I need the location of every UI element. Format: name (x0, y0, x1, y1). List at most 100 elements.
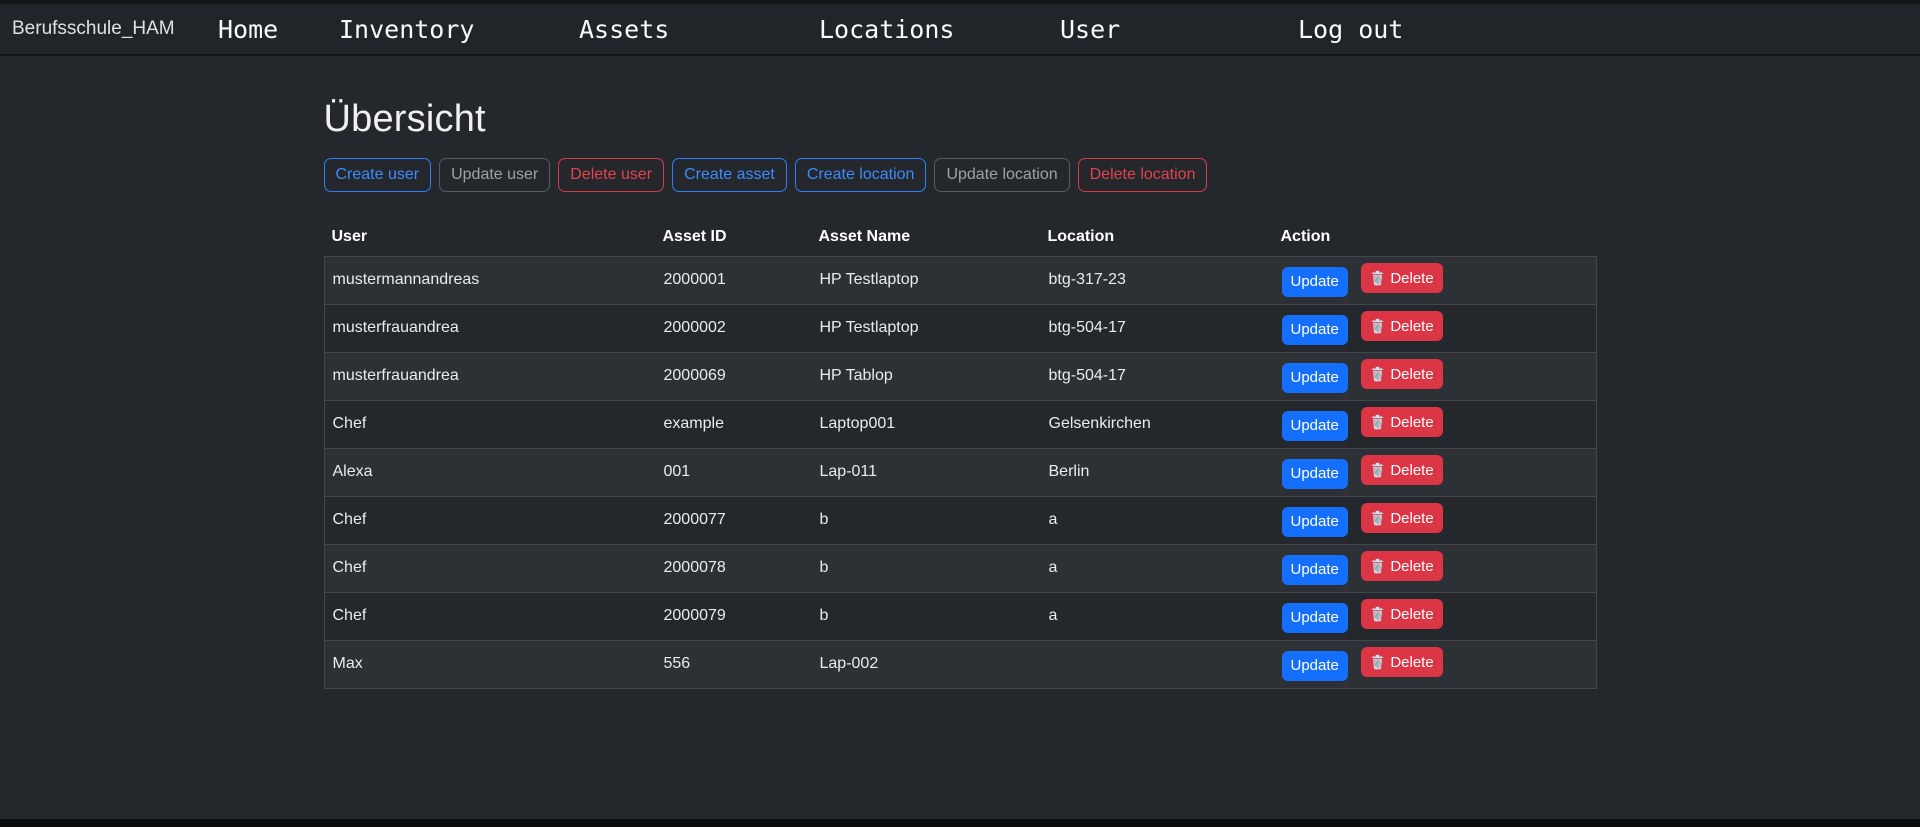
update-button[interactable]: Update (1282, 315, 1348, 345)
create-asset-button[interactable]: Create asset (672, 158, 787, 192)
update-button[interactable]: Update (1282, 411, 1348, 441)
update-button[interactable]: Update (1282, 507, 1348, 537)
trash-icon (1370, 558, 1385, 574)
cell-location: a (1041, 511, 1274, 529)
cell-asset-name: b (812, 559, 1041, 577)
trash-icon (1370, 414, 1385, 430)
cell-action: Update Delete (1274, 407, 1596, 441)
cell-asset-name: b (812, 607, 1041, 625)
table-row: musterfrauandrea 2000002 HP Testlaptop b… (325, 304, 1596, 352)
assets-table: User Asset ID Asset Name Location Action… (324, 218, 1597, 689)
delete-button-label: Delete (1390, 510, 1433, 527)
delete-button-label: Delete (1390, 558, 1433, 575)
cell-action: Update Delete (1274, 647, 1596, 681)
create-user-button[interactable]: Create user (324, 158, 432, 192)
update-user-button[interactable]: Update user (439, 158, 550, 192)
table-row: mustermannandreas 2000001 HP Testlaptop … (325, 257, 1596, 304)
nav-item-logout[interactable]: Log out (1298, 15, 1403, 44)
trash-icon (1370, 510, 1385, 526)
cell-asset-id: 2000079 (656, 607, 812, 625)
column-header-asset-id: Asset ID (655, 228, 811, 246)
update-button[interactable]: Update (1282, 651, 1348, 681)
create-location-button[interactable]: Create location (795, 158, 927, 192)
cell-asset-id: 556 (656, 655, 812, 673)
cell-asset-id: 2000078 (656, 559, 812, 577)
cell-user: Chef (325, 607, 656, 625)
delete-button-label: Delete (1390, 462, 1433, 479)
cell-user: Chef (325, 511, 656, 529)
column-header-user: User (324, 228, 655, 246)
delete-button-label: Delete (1390, 318, 1433, 335)
delete-button[interactable]: Delete (1361, 551, 1442, 581)
delete-user-button[interactable]: Delete user (558, 158, 664, 192)
delete-button[interactable]: Delete (1361, 263, 1442, 293)
cell-asset-name: b (812, 511, 1041, 529)
cell-location: btg-317-23 (1041, 271, 1274, 289)
cell-asset-id: 2000069 (656, 367, 812, 385)
update-button[interactable]: Update (1282, 603, 1348, 633)
cell-asset-name: Lap-002 (812, 655, 1041, 673)
table-row: Chef example Laptop001 Gelsenkirchen Upd… (325, 400, 1596, 448)
cell-user: mustermannandreas (325, 271, 656, 289)
update-button[interactable]: Update (1282, 555, 1348, 585)
delete-button-label: Delete (1390, 606, 1433, 623)
delete-location-button[interactable]: Delete location (1078, 158, 1208, 192)
page-title: Übersicht (324, 98, 1597, 142)
cell-asset-id: 001 (656, 463, 812, 481)
cell-action: Update Delete (1274, 359, 1596, 393)
update-button[interactable]: Update (1282, 363, 1348, 393)
delete-button[interactable]: Delete (1361, 407, 1442, 437)
cell-asset-id: 2000002 (656, 319, 812, 337)
cell-action: Update Delete (1274, 263, 1596, 297)
cell-asset-name: HP Testlaptop (812, 271, 1041, 289)
table-row: Chef 2000077 b a Update Delete (325, 496, 1596, 544)
cell-action: Update Delete (1274, 503, 1596, 537)
update-button[interactable]: Update (1282, 459, 1348, 489)
trash-icon (1370, 462, 1385, 478)
cell-action: Update Delete (1274, 599, 1596, 633)
cell-user: Chef (325, 559, 656, 577)
nav-item-inventory[interactable]: Inventory (339, 15, 474, 44)
toolbar: Create user Update user Delete user Crea… (324, 158, 1597, 192)
table-body: mustermannandreas 2000001 HP Testlaptop … (324, 256, 1597, 689)
delete-button-label: Delete (1390, 270, 1433, 287)
cell-action: Update Delete (1274, 311, 1596, 345)
cell-asset-name: HP Testlaptop (812, 319, 1041, 337)
delete-button[interactable]: Delete (1361, 647, 1442, 677)
nav-item-assets[interactable]: Assets (579, 15, 669, 44)
cell-user: musterfrauandrea (325, 367, 656, 385)
cell-asset-name: HP Tablop (812, 367, 1041, 385)
trash-icon (1370, 606, 1385, 622)
nav-item-home[interactable]: Home (218, 15, 278, 44)
cell-location: btg-504-17 (1041, 319, 1274, 337)
navbar-brand[interactable]: Berufsschule_HAM (12, 4, 175, 54)
delete-button[interactable]: Delete (1361, 359, 1442, 389)
update-button[interactable]: Update (1282, 267, 1348, 297)
table-row: Max 556 Lap-002 Update Delete (325, 640, 1596, 688)
delete-button-label: Delete (1390, 414, 1433, 431)
cell-location: btg-504-17 (1041, 367, 1274, 385)
trash-icon (1370, 318, 1385, 334)
cell-location: a (1041, 559, 1274, 577)
trash-icon (1370, 270, 1385, 286)
table-header: User Asset ID Asset Name Location Action (324, 218, 1597, 256)
cell-location: Berlin (1041, 463, 1274, 481)
main-content: Übersicht Create user Update user Delete… (0, 56, 1920, 689)
column-header-action: Action (1273, 228, 1597, 246)
column-header-location: Location (1040, 228, 1273, 246)
delete-button[interactable]: Delete (1361, 455, 1442, 485)
nav-item-locations[interactable]: Locations (819, 15, 954, 44)
delete-button[interactable]: Delete (1361, 599, 1442, 629)
table-row: Alexa 001 Lap-011 Berlin Update Delete (325, 448, 1596, 496)
nav-items: Home Inventory Assets Locations User Log… (218, 4, 1403, 54)
update-location-button[interactable]: Update location (934, 158, 1069, 192)
cell-asset-name: Lap-011 (812, 463, 1041, 481)
nav-item-user[interactable]: User (1060, 15, 1120, 44)
delete-button-label: Delete (1390, 366, 1433, 383)
delete-button[interactable]: Delete (1361, 503, 1442, 533)
cell-asset-name: Laptop001 (812, 415, 1041, 433)
table-row: musterfrauandrea 2000069 HP Tablop btg-5… (325, 352, 1596, 400)
cell-asset-id: example (656, 415, 812, 433)
cell-user: Max (325, 655, 656, 673)
delete-button[interactable]: Delete (1361, 311, 1442, 341)
